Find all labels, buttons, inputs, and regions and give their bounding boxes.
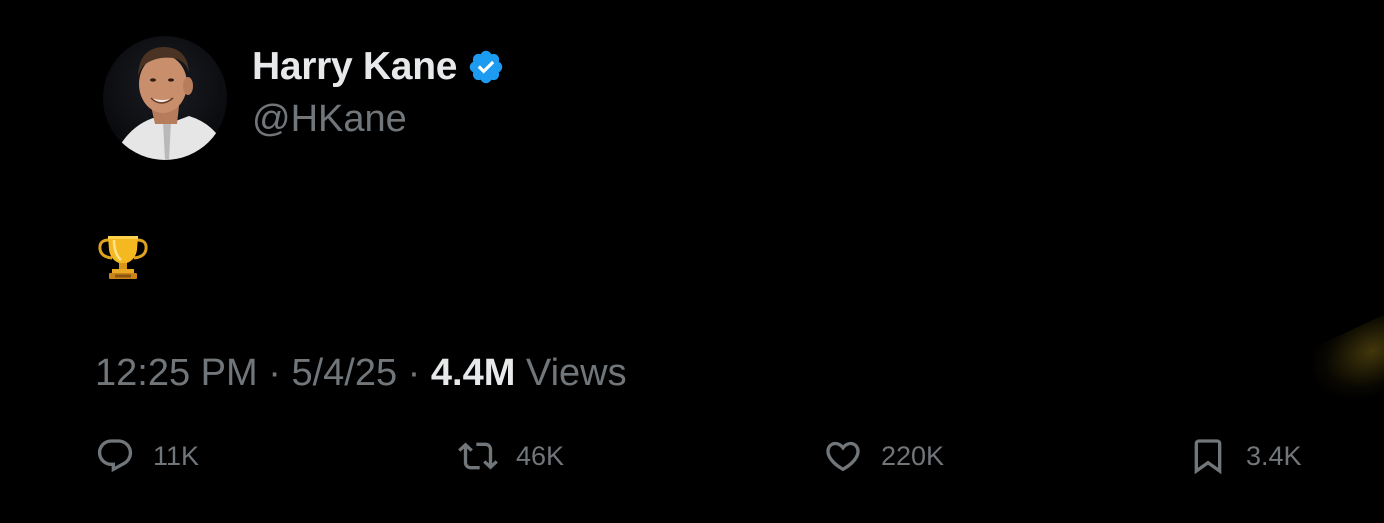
tweet-time[interactable]: 12:25 PM [95, 352, 258, 394]
views-label: Views [515, 352, 627, 394]
reply-count: 11K [153, 440, 200, 471]
like-count: 220K [881, 440, 945, 471]
tweet-date[interactable]: 5/4/25 [291, 352, 397, 394]
like-button[interactable]: 220K [823, 432, 944, 480]
bookmark-count: 3.4K [1246, 440, 1302, 471]
background-glow [1303, 314, 1384, 416]
reply-icon [95, 436, 135, 476]
meta-separator: · [397, 352, 431, 394]
author-handle[interactable]: @HKane [252, 96, 407, 142]
verified-badge-icon[interactable] [467, 48, 505, 86]
heart-icon [823, 436, 863, 476]
views-count[interactable]: 4.4M [431, 352, 515, 394]
tweet-body [97, 230, 149, 282]
retweet-icon [458, 436, 498, 476]
retweet-button[interactable]: 46K [458, 432, 564, 480]
tweet-meta: 12:25 PM · 5/4/25 · 4.4M Views [95, 350, 627, 396]
bookmark-icon [1188, 436, 1228, 476]
tweet-actions: 11K 46K 220K 3.4K [0, 432, 1384, 480]
trophy-emoji-icon [98, 236, 148, 279]
avatar[interactable] [103, 36, 227, 160]
reply-button[interactable]: 11K [95, 432, 199, 480]
author-display-name[interactable]: Harry Kane [252, 44, 457, 90]
avatar-image [113, 47, 225, 160]
meta-separator: · [257, 352, 292, 394]
author-name-row: Harry Kane [252, 44, 505, 90]
retweet-count: 46K [516, 440, 565, 471]
bookmark-button[interactable]: 3.4K [1188, 432, 1302, 480]
